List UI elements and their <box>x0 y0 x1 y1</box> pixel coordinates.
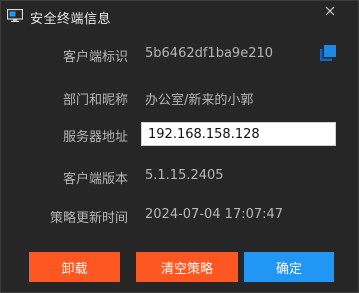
row-policy-time: 策略更新时间 2024-07-04 17:07:47 <box>1 204 358 228</box>
window-title: 安全终端信息 <box>30 12 112 27</box>
server-label: 服务器地址 <box>62 130 128 145</box>
copy-icon[interactable] <box>319 44 337 62</box>
row-client-id: 客户端标识 5b6462df1ba9e210 <box>1 43 358 67</box>
row-department: 部门和昵称 办公室/新来的小郭 <box>1 86 358 110</box>
monitor-icon <box>7 9 23 22</box>
department-value: 办公室/新来的小郭 <box>145 93 254 108</box>
close-icon[interactable] <box>320 3 340 23</box>
server-address-input[interactable] <box>141 122 336 146</box>
clear-policy-button[interactable]: 清空策略 <box>136 252 238 282</box>
client-id-label: 客户端标识 <box>62 50 128 65</box>
uninstall-button[interactable]: 卸载 <box>29 252 120 282</box>
row-version: 客户端版本 5.1.15.2405 <box>1 165 358 189</box>
confirm-button[interactable]: 确定 <box>244 252 334 282</box>
client-id-value: 5b6462df1ba9e210 <box>145 46 274 61</box>
policy-time-value: 2024-07-04 17:07:47 <box>145 207 284 222</box>
row-server: 服务器地址 <box>1 122 358 146</box>
department-label: 部门和昵称 <box>62 93 128 108</box>
policy-time-label: 策略更新时间 <box>49 211 128 226</box>
version-value: 5.1.15.2405 <box>145 168 224 183</box>
dialog-window: 安全终端信息 客户端标识 5b6462df1ba9e210 部门和昵称 办公室/… <box>0 0 359 293</box>
version-label: 客户端版本 <box>62 172 128 187</box>
title-bar: 安全终端信息 <box>1 1 358 33</box>
